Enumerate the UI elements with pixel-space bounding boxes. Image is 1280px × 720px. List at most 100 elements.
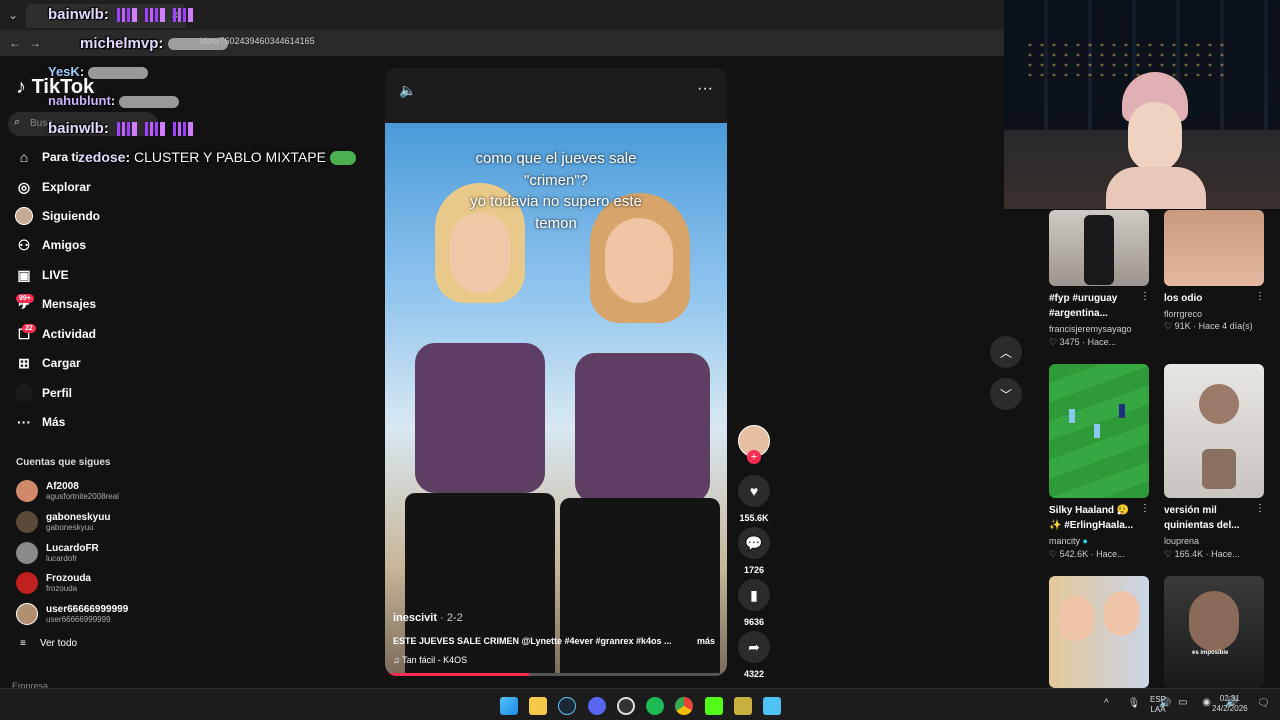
nav-cargar[interactable]: ⊞ Cargar bbox=[14, 352, 81, 374]
followed-account[interactable]: user66666999999 user66666999999 bbox=[16, 602, 128, 626]
sound-info[interactable]: ♫ Tan fácil - K4OS bbox=[393, 655, 467, 665]
discord-icon[interactable] bbox=[588, 697, 606, 715]
emote bbox=[173, 8, 194, 23]
video-info: inescivit · 2-2 bbox=[393, 612, 463, 624]
heart-icon: ♥ bbox=[738, 475, 770, 507]
comment-icon: 💬 bbox=[738, 527, 770, 559]
more-link[interactable]: más bbox=[697, 636, 715, 646]
nav-perfil[interactable]: Perfil bbox=[14, 382, 72, 404]
nav-live[interactable]: ▣ LIVE bbox=[14, 264, 68, 286]
more-options-icon[interactable]: ⋮ bbox=[1255, 291, 1265, 302]
follow-plus-icon[interactable]: + bbox=[747, 450, 761, 464]
followed-account[interactable]: Frozouda frozouda bbox=[16, 571, 91, 595]
more-options-icon[interactable]: ⋮ bbox=[1140, 291, 1150, 302]
progress-bar[interactable] bbox=[385, 673, 727, 676]
video-player[interactable]: 🔈 ··· como que el jueves sale "crimen"? … bbox=[385, 68, 727, 676]
emote bbox=[145, 8, 166, 23]
video-stats: ♡ 542.6K · Hace... bbox=[1049, 549, 1125, 559]
video-thumbnail[interactable] bbox=[1164, 210, 1264, 286]
notepad-icon[interactable] bbox=[763, 697, 781, 715]
forward-icon[interactable]: → bbox=[28, 36, 42, 50]
file-explorer-icon[interactable] bbox=[529, 697, 547, 715]
app-icon[interactable] bbox=[734, 697, 752, 715]
nav-mas[interactable]: ··· Más bbox=[14, 411, 65, 433]
more-options-icon[interactable]: ··· bbox=[697, 80, 713, 98]
emote bbox=[145, 122, 166, 137]
see-all-link[interactable]: ≡ Ver todo bbox=[20, 638, 77, 649]
more-options-icon[interactable]: ⋮ bbox=[1140, 503, 1150, 514]
music-note-icon: ♪ bbox=[16, 76, 26, 98]
more-options-icon[interactable]: ⋮ bbox=[1255, 503, 1265, 514]
video-thumbnail[interactable] bbox=[1164, 364, 1264, 498]
spotify-icon[interactable] bbox=[646, 697, 664, 715]
heart-outline-icon: ♡ bbox=[1049, 549, 1058, 559]
blurred-emote bbox=[118, 95, 179, 108]
chat-message: bainwlb: bbox=[48, 120, 197, 137]
chevron-up-icon: ︿ bbox=[999, 345, 1012, 360]
video-author[interactable]: louprena bbox=[1164, 536, 1199, 546]
comment-button[interactable]: 💬 1726 bbox=[738, 527, 770, 575]
followed-account[interactable]: Af2008 agusfortnite2008real bbox=[16, 479, 119, 503]
compass-icon: ◎ bbox=[17, 178, 31, 195]
video-thumbnail[interactable] bbox=[1049, 210, 1149, 286]
back-icon[interactable]: ← bbox=[8, 36, 22, 50]
system-tray: ^ 🎙 🔊 bbox=[1104, 698, 1180, 709]
heart-outline-icon: ♡ bbox=[1164, 549, 1173, 559]
video-thumbnail[interactable] bbox=[1049, 364, 1149, 498]
notification-icon[interactable]: 🗨 bbox=[1257, 698, 1270, 709]
share-count: 4322 bbox=[743, 669, 765, 679]
share-icon: ➦ bbox=[738, 631, 770, 663]
steam-icon[interactable] bbox=[558, 697, 576, 715]
clock[interactable]: 02:31 24/2/2026 bbox=[1212, 694, 1248, 714]
windows-start-icon[interactable] bbox=[500, 697, 518, 715]
frog-emote bbox=[329, 151, 356, 166]
music-note-icon: ♫ bbox=[393, 655, 400, 665]
nav-amigos[interactable]: ⚇ Amigos bbox=[14, 234, 86, 256]
video-author[interactable]: mancity ● bbox=[1049, 536, 1088, 546]
followed-account[interactable]: gaboneskyuu gaboneskyuu bbox=[16, 510, 110, 534]
home-icon: ⌂ bbox=[19, 149, 29, 165]
person-left bbox=[405, 183, 555, 676]
video-stats: ♡ 165.4K · Hace... bbox=[1164, 549, 1240, 559]
share-button[interactable]: ➦ 4322 bbox=[738, 631, 770, 679]
previous-video-button[interactable]: ︿ bbox=[990, 336, 1022, 368]
next-video-button[interactable]: ﹀ bbox=[990, 378, 1022, 410]
followed-account[interactable]: LucardoFR lucardofr bbox=[16, 541, 99, 565]
live-icon: ▣ bbox=[17, 266, 31, 283]
volume-icon[interactable]: 🔈 bbox=[399, 82, 416, 99]
save-count: 9636 bbox=[743, 617, 765, 627]
nav-siguiendo[interactable]: Siguiendo bbox=[14, 205, 100, 227]
profile-icon bbox=[14, 383, 34, 403]
chat-message: YesK: bbox=[48, 64, 148, 79]
following-avatar-icon bbox=[14, 206, 34, 226]
kick-icon[interactable] bbox=[705, 697, 723, 715]
like-button[interactable]: ♥ 155.6K bbox=[738, 475, 770, 523]
input-language[interactable]: ESP LAA bbox=[1150, 695, 1166, 715]
heart-outline-icon: ♡ bbox=[1049, 337, 1058, 347]
blurred-emote bbox=[167, 38, 228, 51]
video-thumbnail[interactable]: es imposible bbox=[1164, 576, 1264, 688]
chat-message: bainwlb: bbox=[48, 6, 197, 23]
avatar bbox=[16, 603, 38, 625]
video-author[interactable]: florrgreco bbox=[1164, 309, 1202, 319]
author-name[interactable]: inescivit bbox=[393, 612, 437, 624]
video-thumbnail[interactable] bbox=[1049, 576, 1149, 688]
avatar bbox=[16, 572, 38, 594]
author-avatar[interactable]: + bbox=[738, 425, 770, 464]
video-caption-line: temon bbox=[535, 215, 577, 232]
streamer bbox=[1106, 72, 1206, 209]
chrome-icon[interactable] bbox=[675, 697, 693, 715]
activity-badge: 22 bbox=[22, 324, 36, 333]
save-button[interactable]: ▮ 9636 bbox=[738, 579, 770, 627]
friends-icon: ⚇ bbox=[17, 236, 31, 253]
taskbar: ^ 🎙 🔊 ESP LAA ▭ ◉ 🔊 02:31 24/2/2026 🗨 bbox=[0, 688, 1280, 720]
comment-count: 1726 bbox=[743, 565, 765, 575]
tab-list-icon[interactable]: ⌄ bbox=[6, 8, 20, 22]
obs-icon[interactable] bbox=[617, 697, 635, 715]
nav-para-ti[interactable]: ⌂ Para ti bbox=[14, 146, 79, 168]
thumbnail-overlay-text: es imposible bbox=[1192, 650, 1229, 656]
search-icon: ⌕ bbox=[14, 116, 21, 128]
video-caption-line: yo todavia no supero este bbox=[470, 193, 642, 210]
nav-explorar[interactable]: ◎ Explorar bbox=[14, 176, 91, 198]
video-author[interactable]: francisjeremysayago bbox=[1049, 324, 1132, 334]
